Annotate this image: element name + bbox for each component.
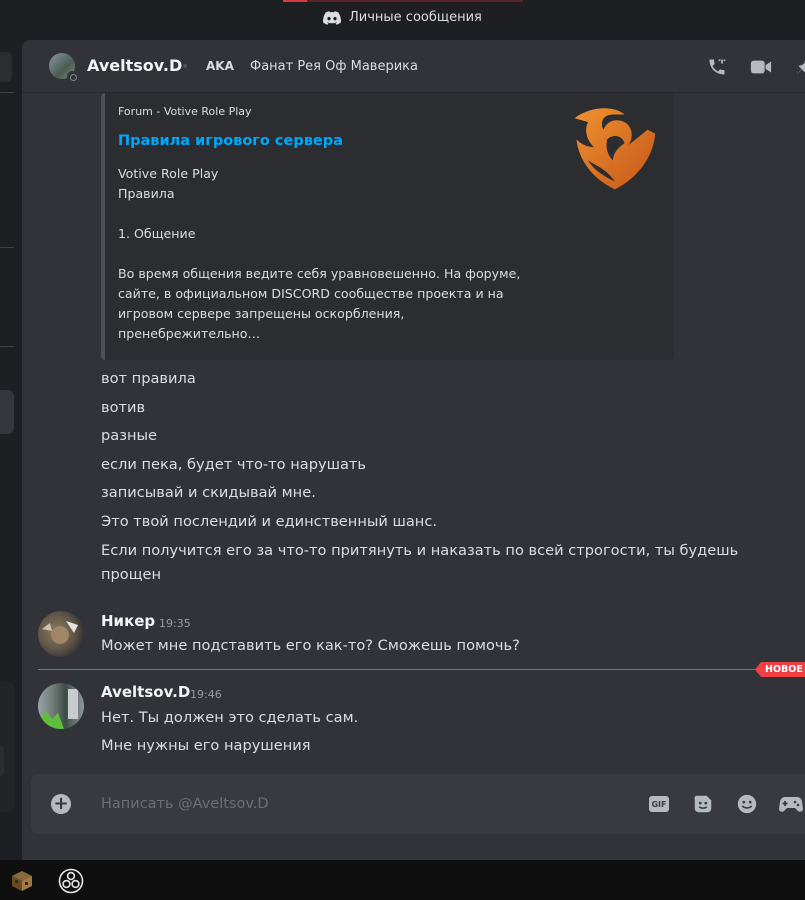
- sidebar-user-panel-item[interactable]: [0, 746, 4, 776]
- message-text: если пека, будет что-то нарушать: [101, 456, 367, 473]
- minecraft-app-icon[interactable]: [7, 866, 37, 896]
- phone-call-icon[interactable]: [705, 55, 729, 79]
- embed-provider[interactable]: Forum - Votive Role Play: [118, 105, 252, 118]
- message-author[interactable]: Aveltsov.D: [101, 683, 190, 701]
- message-text: Нет. Ты должен это сделать сам.: [101, 709, 359, 726]
- offline-status-icon: [67, 71, 78, 82]
- dm-user-avatar[interactable]: [49, 53, 78, 82]
- window-title: Личные сообщения: [349, 10, 482, 25]
- window-titlebar: Личные сообщения: [0, 0, 805, 40]
- new-messages-badge: НОВОЕ: [755, 662, 805, 677]
- message-timestamp: 19:35: [159, 617, 191, 630]
- chat-panel: Aveltsov.D AKA Фанат Рея Оф Маверика For…: [22, 40, 805, 860]
- embed-title-link[interactable]: Правила игрового сервера: [118, 133, 343, 149]
- attach-plus-icon[interactable]: +: [51, 794, 71, 814]
- sidebar-search-box[interactable]: [0, 52, 12, 82]
- gif-icon[interactable]: GIF: [647, 792, 671, 816]
- os-taskbar: [0, 860, 805, 900]
- sticker-icon[interactable]: [691, 792, 715, 816]
- dm-username[interactable]: Aveltsov.D: [87, 56, 182, 75]
- sidebar-divider: [0, 346, 14, 347]
- message-timestamp: 19:46: [190, 688, 222, 701]
- message-text: вотив: [101, 399, 146, 416]
- message-text: Если получится его за что-то притянуть и…: [101, 542, 739, 559]
- message-text: разные: [101, 427, 158, 444]
- sidebar-divider: [0, 92, 14, 93]
- pin-icon[interactable]: [792, 55, 805, 79]
- link-embed: Forum - Votive Role Play Правила игровог…: [101, 93, 674, 360]
- emoji-icon[interactable]: [735, 792, 759, 816]
- chat-header: Aveltsov.D AKA Фанат Рея Оф Маверика: [22, 40, 805, 93]
- message-input[interactable]: [101, 792, 521, 816]
- message-list: Forum - Votive Role Play Правила игровог…: [22, 93, 805, 773]
- message-text: Мне нужны его нарушения: [101, 737, 311, 754]
- aka-names[interactable]: Фанат Рея Оф Маверика: [250, 59, 418, 74]
- aka-label: AKA: [206, 59, 234, 73]
- message-text: Это твой послендий и единственный шанс.: [101, 513, 438, 530]
- header-separator-dot: [183, 64, 187, 68]
- message-text: прощен: [101, 566, 161, 583]
- message-text: вот правила: [101, 370, 196, 387]
- user-avatar-niker[interactable]: [38, 611, 84, 657]
- titlebar-indicator: [283, 0, 523, 2]
- gif-label: GIF: [649, 796, 669, 812]
- message-author[interactable]: Никер: [101, 612, 155, 630]
- activity-icon[interactable]: [779, 792, 803, 816]
- video-call-icon[interactable]: [749, 55, 773, 79]
- channel-sidebar: [0, 40, 22, 860]
- message-text: записывай и скидывай мне.: [101, 484, 316, 501]
- message-composer: + GIF: [31, 774, 805, 834]
- message-text: Может мне подставить его как-то? Сможешь…: [101, 637, 520, 654]
- sidebar-divider: [0, 247, 14, 248]
- user-avatar-aveltsov[interactable]: [38, 683, 84, 729]
- window-title-group: Личные сообщения: [323, 10, 482, 25]
- discord-logo-icon: [323, 10, 341, 25]
- votive-logo-icon: [574, 108, 656, 190]
- new-messages-divider: [38, 669, 798, 670]
- sidebar-dm-item-selected[interactable]: [0, 390, 14, 434]
- embed-description: Votive Role Play Правила 1. Общение Во в…: [118, 166, 521, 341]
- obs-app-icon[interactable]: [56, 866, 86, 896]
